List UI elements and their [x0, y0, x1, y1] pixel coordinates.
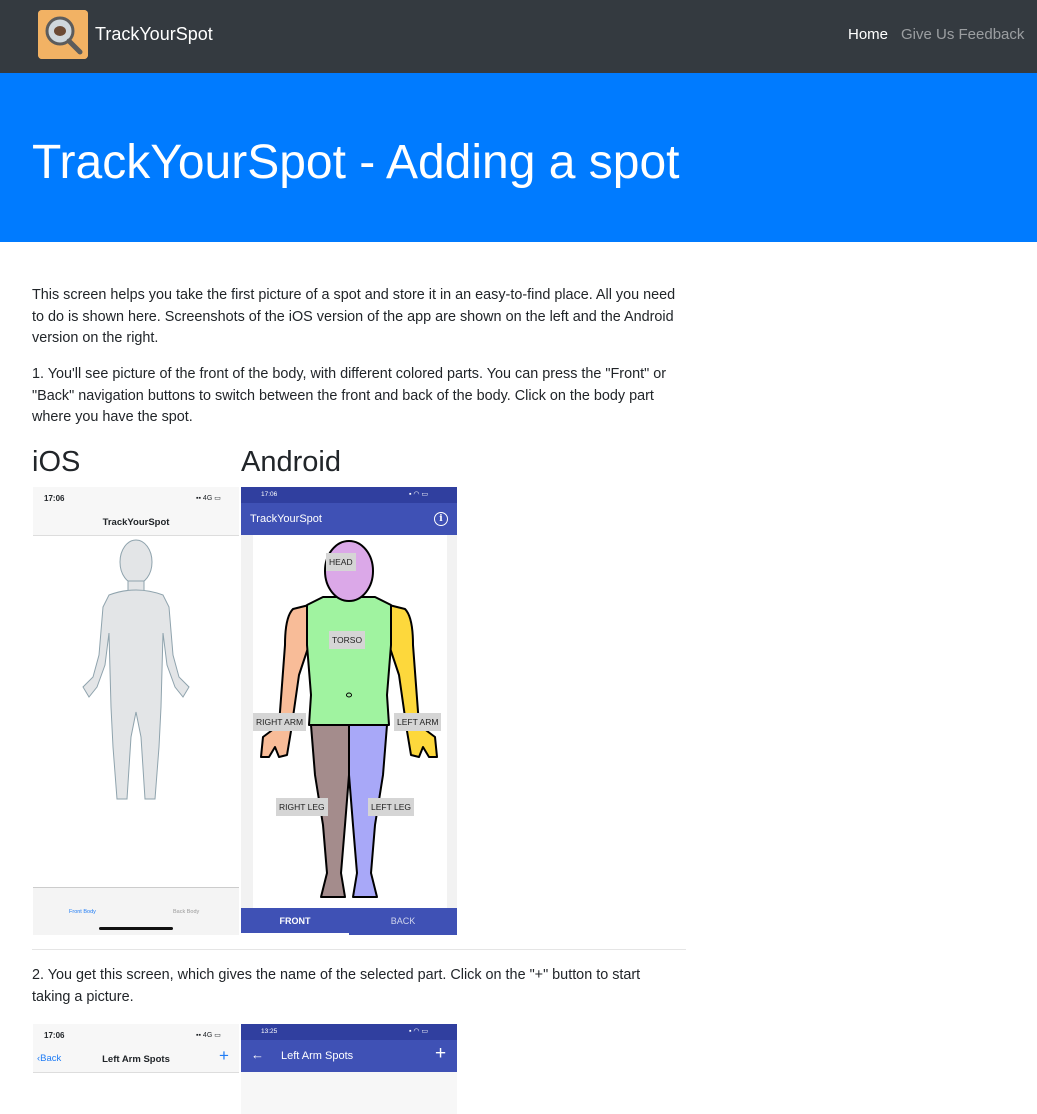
android-tab-back[interactable]: BACK — [349, 916, 457, 926]
ios-heading: iOS — [32, 446, 81, 478]
battery-icon: ▭ — [212, 495, 221, 502]
label-head[interactable]: HEAD — [326, 553, 356, 571]
right-arm-part[interactable] — [260, 604, 310, 758]
ios-body-figure[interactable] — [73, 537, 199, 807]
network-label: 4G — [202, 495, 213, 502]
info-icon[interactable]: i — [434, 512, 448, 526]
brand-name[interactable]: TrackYourSpot — [95, 24, 213, 45]
ios-tab-front-body[interactable]: Front Body — [69, 909, 96, 915]
android-app-bar: TrackYourSpot i — [241, 503, 457, 535]
android-status-bar-2: 13:25 ▪ ◠ ▭ — [241, 1024, 457, 1040]
arrow-left-icon[interactable]: ← — [251, 1048, 264, 1062]
android-app-bar-2: ← Left Arm Spots + — [241, 1040, 457, 1072]
network-label-2: 4G — [202, 1032, 213, 1039]
label-left-leg[interactable]: LEFT LEG — [368, 798, 414, 816]
navbar: TrackYourSpot Home Give Us Feedback — [0, 0, 1037, 73]
hero-banner: TrackYourSpot - Adding a spot — [0, 73, 1037, 242]
ios-tab-bar: Front Body Back Body — [33, 887, 239, 935]
battery-icon: ▭ — [212, 1032, 221, 1039]
android-spots-title: Left Arm Spots — [281, 1050, 354, 1062]
ios-status-icons-2: ▪▪ 4G ▭ — [196, 1031, 221, 1039]
signal-icon: ▪▪ — [196, 1032, 203, 1039]
step1-paragraph: 1. You'll see picture of the front of th… — [32, 366, 667, 425]
ios-screen-title: TrackYourSpot — [102, 517, 170, 528]
nav-link-feedback[interactable]: Give Us Feedback — [901, 26, 1024, 43]
android-status-time-2: 13:25 — [261, 1028, 278, 1035]
nav-link-home[interactable]: Home — [848, 26, 888, 43]
ios-spots-screenshot: 17:06 ▪▪ 4G ▭ ‹Back Left Arm Spots + — [33, 1024, 239, 1114]
android-status-bar: 17:06 ▪ ◠ ▭ — [241, 487, 457, 503]
android-heading: Android — [241, 446, 341, 478]
android-app-title: TrackYourSpot — [250, 513, 322, 525]
android-body-screenshot: 17:06 ▪ ◠ ▭ TrackYourSpot i HEAD TORSO R… — [241, 487, 457, 935]
torso-part[interactable] — [306, 596, 392, 726]
intro-paragraph: This screen helps you take the first pic… — [32, 287, 676, 346]
home-indicator — [99, 927, 173, 930]
label-right-arm[interactable]: RIGHT ARM — [253, 713, 307, 731]
ios-status-time: 17:06 — [44, 494, 65, 503]
label-left-arm[interactable]: LEFT ARM — [394, 713, 442, 731]
label-right-leg[interactable]: RIGHT LEG — [276, 798, 328, 816]
head-part[interactable] — [324, 540, 374, 602]
android-spots-screenshot: 13:25 ▪ ◠ ▭ ← Left Arm Spots + — [241, 1024, 457, 1114]
ios-nav-bar: 17:06 ▪▪ 4G ▭ TrackYourSpot — [33, 487, 239, 536]
signal-icon: ▪▪ — [196, 495, 203, 502]
ios-spots-title: Left Arm Spots — [102, 1054, 170, 1065]
app-logo[interactable] — [38, 10, 88, 59]
android-status-time: 17:06 — [261, 491, 278, 498]
left-arm-part[interactable] — [388, 604, 438, 758]
ios-status-time-2: 17:06 — [44, 1031, 65, 1040]
android-tab-front[interactable]: FRONT — [241, 916, 349, 926]
ios-add-spot-button[interactable]: + — [219, 1047, 229, 1064]
ios-body-screenshot: 17:06 ▪▪ 4G ▭ TrackYourSpot Front Body B… — [33, 487, 239, 935]
page-title: TrackYourSpot - Adding a spot — [32, 136, 680, 189]
android-add-spot-button[interactable]: + — [435, 1044, 446, 1064]
android-tab-indicator — [241, 933, 349, 935]
step2-paragraph: 2. You get this screen, which gives the … — [32, 967, 641, 1005]
ios-nav-bar-2: 17:06 ▪▪ 4G ▭ ‹Back Left Arm Spots + — [33, 1024, 239, 1073]
android-status-icons-2: ▪ ◠ ▭ — [409, 1028, 429, 1035]
label-torso[interactable]: TORSO — [329, 631, 366, 649]
android-status-icons: ▪ ◠ ▭ — [409, 491, 429, 498]
ios-tab-back-body[interactable]: Back Body — [173, 909, 199, 915]
section-divider — [32, 949, 686, 950]
ios-status-icons: ▪▪ 4G ▭ — [196, 494, 221, 502]
android-bottom-nav: FRONT BACK — [241, 908, 457, 935]
